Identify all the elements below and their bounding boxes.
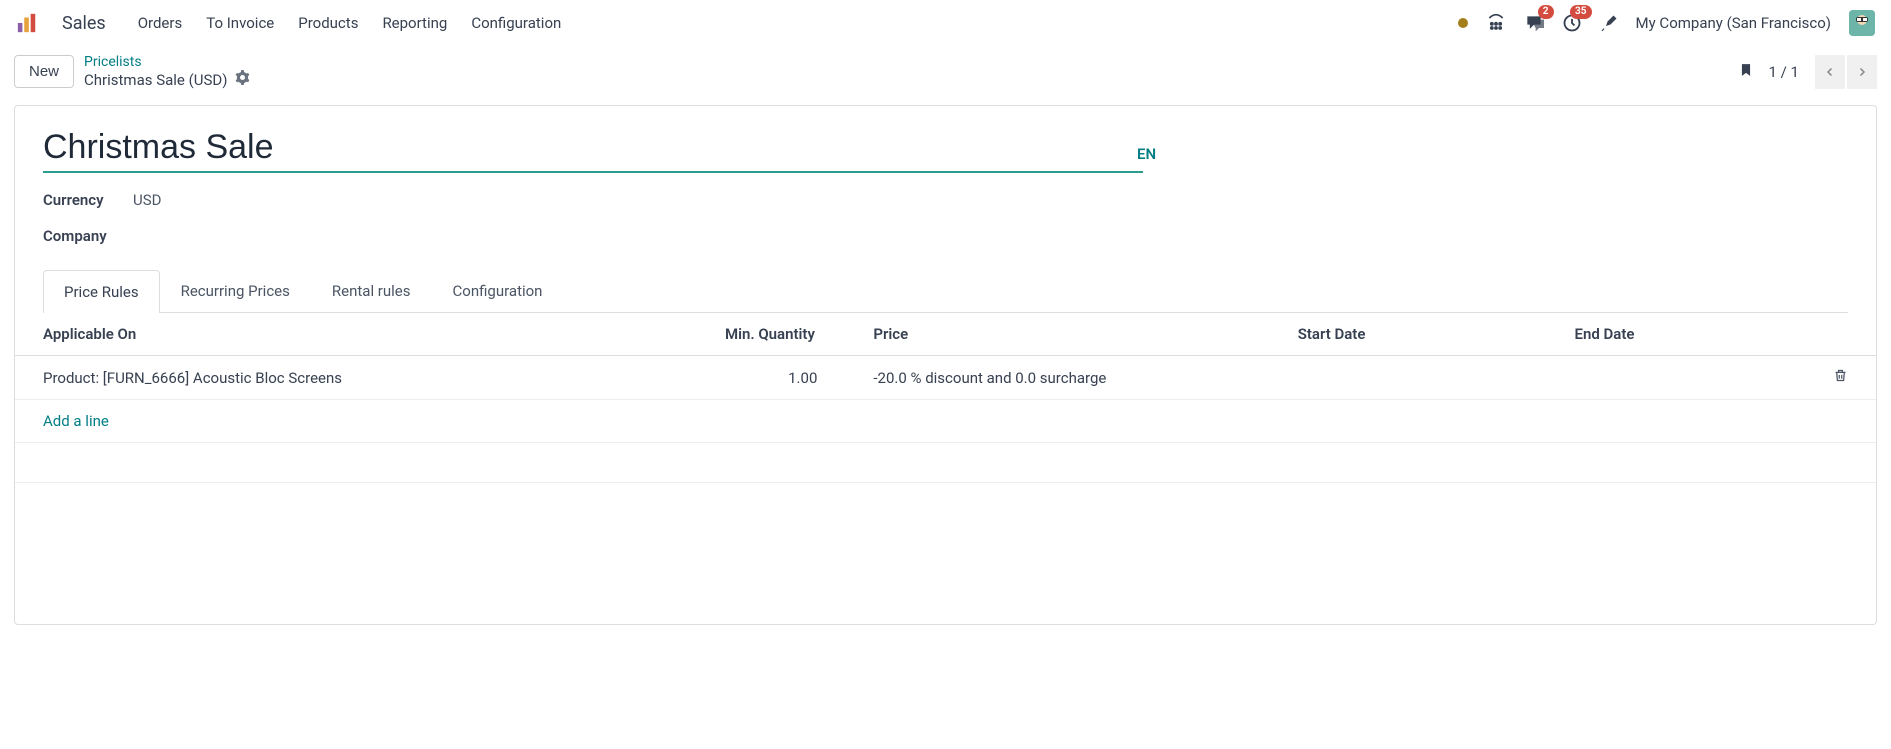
breadcrumb-parent[interactable]: Pricelists	[84, 54, 250, 70]
messages-icon[interactable]: 2	[1524, 13, 1544, 33]
tab-price-rules[interactable]: Price Rules	[43, 270, 160, 313]
th-min-qty[interactable]: Min. Quantity	[697, 313, 845, 356]
dialer-icon[interactable]	[1486, 13, 1506, 33]
cell-applicable[interactable]: Product: [FURN_6666] Acoustic Bloc Scree…	[15, 356, 697, 400]
app-name[interactable]: Sales	[62, 13, 106, 34]
field-company: Company	[43, 227, 1848, 245]
th-start-date[interactable]: Start Date	[1270, 313, 1547, 356]
currency-label: Currency	[43, 191, 133, 209]
breadcrumb: Pricelists Christmas Sale (USD)	[84, 54, 250, 89]
activities-badge: 35	[1570, 5, 1591, 19]
nav-to-invoice[interactable]: To Invoice	[206, 14, 274, 32]
topnav-right: 2 35 My Company (San Francisco)	[1458, 10, 1875, 36]
company-switcher[interactable]: My Company (San Francisco)	[1636, 14, 1831, 32]
nav-orders[interactable]: Orders	[138, 14, 183, 32]
nav-configuration[interactable]: Configuration	[471, 14, 561, 32]
pager-prev-button[interactable]	[1815, 55, 1845, 89]
title-input[interactable]	[43, 128, 1143, 173]
bookmark-icon[interactable]	[1739, 61, 1753, 83]
activities-icon[interactable]: 35	[1562, 13, 1582, 33]
app-logo-icon[interactable]	[16, 12, 38, 34]
tabs: Price Rules Recurring Prices Rental rule…	[43, 269, 1848, 313]
new-button[interactable]: New	[14, 55, 74, 88]
breadcrumb-current-text: Christmas Sale (USD)	[84, 71, 227, 89]
pager-text[interactable]: 1 / 1	[1769, 63, 1800, 81]
tools-icon[interactable]	[1600, 14, 1618, 32]
company-label: Company	[43, 227, 133, 245]
cell-end[interactable]	[1547, 356, 1805, 400]
control-bar: New Pricelists Christmas Sale (USD) 1 / …	[0, 46, 1891, 105]
field-currency: Currency USD	[43, 191, 1848, 209]
table-row[interactable]: Product: [FURN_6666] Acoustic Bloc Scree…	[15, 356, 1876, 400]
cell-price[interactable]: -20.0 % discount and 0.0 surcharge	[845, 356, 1269, 400]
messages-badge: 2	[1538, 5, 1554, 19]
tab-configuration[interactable]: Configuration	[432, 269, 564, 312]
price-rules-table: Applicable On Min. Quantity Price Start …	[15, 313, 1876, 483]
th-applicable[interactable]: Applicable On	[15, 313, 697, 356]
th-price[interactable]: Price	[845, 313, 1269, 356]
nav-reporting[interactable]: Reporting	[382, 14, 447, 32]
empty-row	[15, 443, 1876, 483]
tab-rental-rules[interactable]: Rental rules	[311, 269, 432, 312]
control-bar-right: 1 / 1	[1739, 55, 1878, 89]
tab-recurring-prices[interactable]: Recurring Prices	[160, 269, 311, 312]
cell-start[interactable]	[1270, 356, 1547, 400]
add-line-row: Add a line	[15, 400, 1876, 443]
breadcrumb-current: Christmas Sale (USD)	[84, 70, 250, 89]
status-dot-icon	[1458, 18, 1468, 28]
form-sheet: EN Currency USD Company Price Rules Recu…	[14, 105, 1877, 625]
gear-icon[interactable]	[235, 70, 250, 89]
user-avatar[interactable]	[1849, 10, 1875, 36]
currency-value[interactable]: USD	[133, 191, 161, 209]
cell-min-qty[interactable]: 1.00	[697, 356, 845, 400]
language-badge[interactable]: EN	[1137, 145, 1156, 163]
add-line-button[interactable]: Add a line	[43, 412, 109, 430]
top-nav: Sales Orders To Invoice Products Reporti…	[0, 0, 1891, 46]
delete-row-button[interactable]	[1805, 356, 1876, 400]
th-end-date[interactable]: End Date	[1547, 313, 1805, 356]
pager-next-button[interactable]	[1847, 55, 1877, 89]
nav-products[interactable]: Products	[298, 14, 358, 32]
